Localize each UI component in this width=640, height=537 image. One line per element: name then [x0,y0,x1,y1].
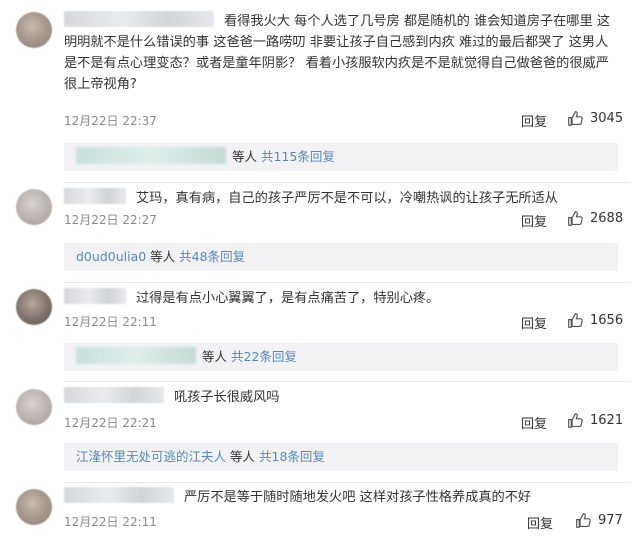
like-count: 2688 [590,211,624,226]
comment-text: 严厉不是等于随时随地发火吧 这样对孩子性格养成真的不好 [64,487,618,508]
reply-button[interactable]: 回复 [521,313,547,332]
sub-count-link[interactable]: 共48条回复 [179,249,245,264]
avatar[interactable] [16,489,52,525]
like-count: 1656 [590,313,624,328]
sub-count-link[interactable]: 共115条回复 [261,149,335,164]
comment-text: 过得是有点小心翼翼了，是有点痛苦了，特别心疼。 [64,288,618,309]
sub-text: 等人 [150,249,176,264]
thumbs-up-icon [568,111,583,126]
comment-time: 12月22日 22:37 [64,114,157,128]
thumbs-up-icon [576,513,591,528]
like-button[interactable]: 1656 [567,312,623,329]
divider [64,182,630,183]
comment-time: 12月22日 22:11 [64,315,157,329]
username-blurred[interactable] [64,288,126,304]
comment-text: 看得我火大 每个人选了几号房 都是随机的 谁会知道房子在哪里 这明明就不是什么错… [64,11,618,95]
sub-replies[interactable]: d0ud0ulia0 等人 共48条回复 [64,243,618,271]
avatar[interactable] [16,189,52,225]
divider [64,482,630,483]
avatar[interactable] [16,289,52,325]
thumbs-up-icon [568,413,583,428]
sub-username[interactable]: 江湰怀里无处可逃的江夫人 [76,449,226,464]
comment-text: 艾玛，真有病，自己的孩子严厉不是不可以，冷嘲热讽的让孩子无所适从 [64,188,618,209]
sub-count-link[interactable]: 共22条回复 [231,349,297,364]
like-button[interactable]: 2688 [567,210,623,227]
username-blurred[interactable] [64,11,214,27]
avatar[interactable] [16,389,52,425]
like-count: 1621 [590,413,624,428]
reply-button[interactable]: 回复 [527,513,553,532]
sub-count-link[interactable]: 共18条回复 [259,449,325,464]
like-count: 977 [598,513,623,528]
avatar[interactable] [16,12,52,48]
sub-username-blurred[interactable] [76,347,196,364]
sub-replies[interactable]: 等人 共22条回复 [64,343,618,371]
username-blurred[interactable] [64,487,174,503]
sub-replies[interactable]: 等人 共115条回复 [64,143,618,171]
sub-text: 等人 [230,449,256,464]
divider [64,381,630,382]
thumbs-up-icon [568,313,583,328]
sub-username[interactable]: d0ud0ulia0 [76,249,146,264]
divider [64,282,630,283]
comment-time: 12月22日 22:21 [64,416,157,430]
reply-button[interactable]: 回复 [521,111,547,130]
comment-text: 吼孩子长很威风吗 [64,387,618,408]
like-button[interactable]: 3045 [567,110,623,127]
sub-username-blurred[interactable] [76,147,226,164]
reply-button[interactable]: 回复 [521,413,547,432]
sub-text: 等人 [232,149,258,164]
reply-button[interactable]: 回复 [521,211,547,230]
username-blurred[interactable] [64,188,126,204]
comment-time: 12月22日 22:27 [64,213,157,227]
thumbs-up-icon [568,211,583,226]
like-count: 3045 [590,111,624,126]
like-button[interactable]: 977 [575,512,623,529]
sub-text: 等人 [202,349,228,364]
username-blurred[interactable] [64,387,164,403]
comment-time: 12月22日 22:11 [64,515,157,529]
sub-replies[interactable]: 江湰怀里无处可逃的江夫人 等人 共18条回复 [64,443,618,471]
like-button[interactable]: 1621 [567,412,623,429]
